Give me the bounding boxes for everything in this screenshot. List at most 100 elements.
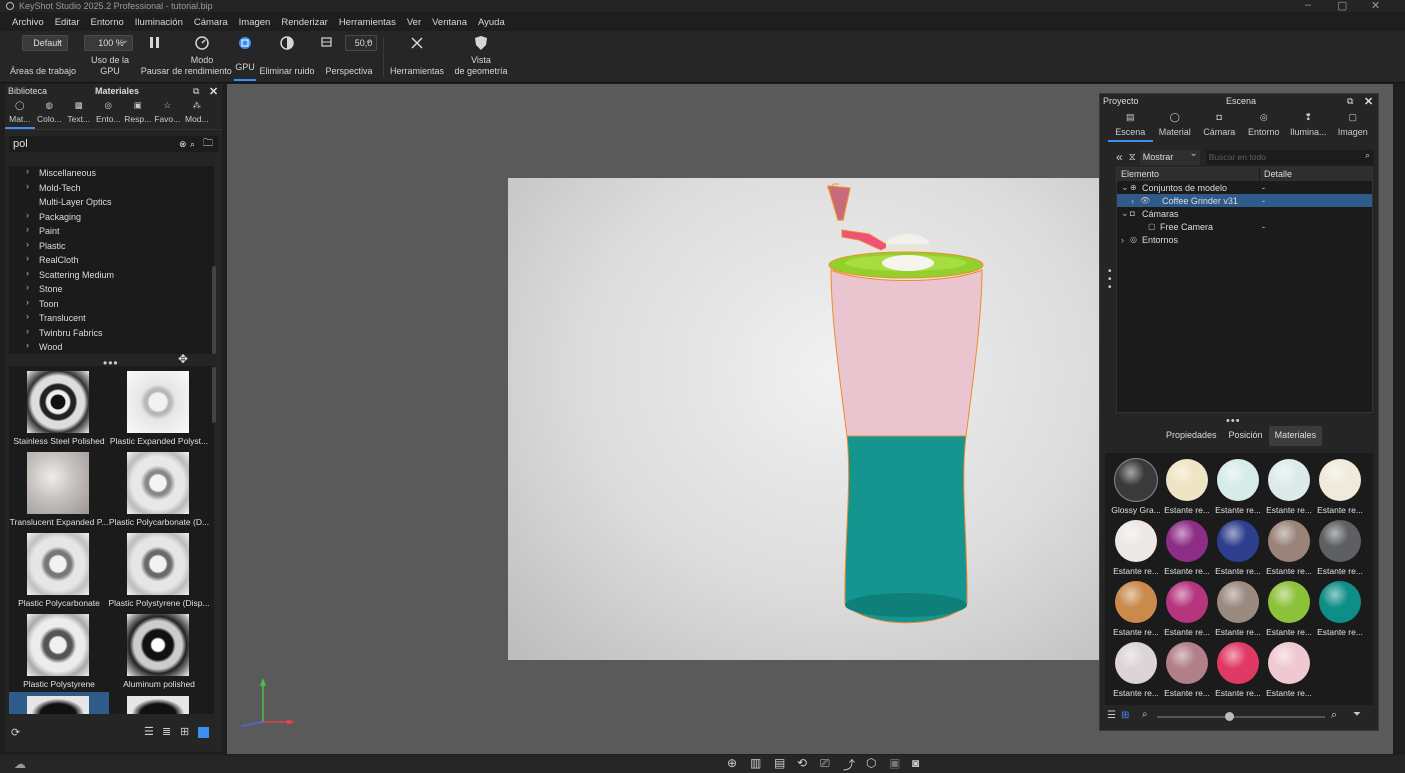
scene-material-swatch[interactable]: Estante re... — [1263, 517, 1315, 577]
tab-favorites[interactable]: ☆ Favo... — [153, 98, 183, 129]
library-search-input[interactable]: pol ⊗ ⌕ 🗀 — [9, 136, 218, 152]
menu-ventana[interactable]: Ventana — [432, 17, 467, 28]
tab-materiales[interactable]: Materiales — [1268, 426, 1323, 446]
tab-textures[interactable]: ▩ Text... — [64, 98, 94, 129]
chevron-right-icon[interactable]: › — [26, 297, 29, 307]
tab-backplates[interactable]: ▣ Resp... — [123, 98, 153, 129]
list-view-icon[interactable]: ≣ — [162, 725, 171, 738]
search-icon[interactable]: ⌕ — [190, 139, 195, 150]
menu-imagen[interactable]: Imagen — [239, 17, 271, 28]
thumbnail-scrollbar[interactable] — [212, 367, 216, 423]
category-item[interactable]: › Toon — [9, 297, 214, 312]
chevron-right-icon[interactable]: › — [1121, 235, 1130, 245]
animation-icon[interactable]: ⟲ — [797, 756, 807, 770]
chevron-right-icon[interactable]: › — [26, 224, 29, 234]
filter-icon[interactable]: ⏷ — [1353, 709, 1361, 720]
environments-row[interactable]: › ◎ Entornos — [1117, 233, 1372, 246]
tab-escena[interactable]: ▤ Escena — [1108, 110, 1153, 142]
category-item[interactable]: › Scattering Medium — [9, 268, 214, 283]
render-disabled-icon[interactable]: ▣ — [889, 756, 900, 770]
scene-material-swatch[interactable]: Estante re... — [1161, 578, 1213, 638]
free-camera-row[interactable]: ▢ Free Camera - — [1117, 220, 1372, 233]
tab-camara[interactable]: ◘ Cámara — [1197, 110, 1242, 142]
scene-material-swatch[interactable]: Estante re... — [1263, 639, 1315, 699]
chevron-right-icon[interactable]: › — [1131, 196, 1140, 206]
detail-list-icon[interactable]: ☰ — [144, 725, 154, 738]
column-element[interactable]: Elemento — [1117, 168, 1260, 181]
import-icon[interactable]: ⊕ — [727, 756, 737, 770]
menu-ver[interactable]: Ver — [407, 17, 421, 28]
close-icon[interactable]: ✕ — [1371, 0, 1380, 12]
search-icon[interactable]: ⌕ — [1365, 150, 1370, 161]
float-panel-icon[interactable]: ⧉ — [1347, 96, 1353, 107]
gpu-usage-select[interactable]: 100 % — [84, 35, 133, 51]
zoom-in-icon[interactable]: ⌕ — [1331, 709, 1337, 722]
perspective-input[interactable]: 50,0 — [345, 35, 377, 51]
menu-archivo[interactable]: Archivo — [12, 17, 44, 28]
material-thumbnail[interactable]: Plastic Polycarbonate (D... — [109, 447, 209, 528]
project-toggle-icon[interactable]: ▤ — [774, 756, 785, 770]
tree-scrollbar[interactable] — [212, 266, 216, 354]
category-item[interactable]: › Miscellaneous — [9, 166, 214, 181]
tab-propiedades[interactable]: Propiedades — [1160, 426, 1223, 446]
clear-search-icon[interactable]: ⊗ — [179, 139, 187, 150]
scene-material-swatch[interactable]: Estante re... — [1110, 517, 1162, 577]
library-toggle-icon[interactable]: ▥ — [750, 756, 761, 770]
scene-material-swatch[interactable]: Estante re... — [1110, 578, 1162, 638]
column-detail[interactable]: Detalle — [1260, 168, 1292, 181]
scene-material-swatch[interactable]: Estante re... — [1161, 456, 1213, 516]
scene-material-swatch[interactable]: Estante re... — [1161, 639, 1213, 699]
chevron-right-icon[interactable]: › — [26, 268, 29, 278]
chevron-right-icon[interactable]: › — [26, 166, 29, 176]
float-panel-icon[interactable]: ⧉ — [193, 86, 199, 97]
denoise-button[interactable]: Eliminar ruido — [256, 31, 318, 83]
coffee-grinder-row[interactable]: › 👁 Coffee Grinder v31 - — [1117, 194, 1372, 207]
material-thumbnail[interactable] — [9, 692, 109, 714]
chevron-right-icon[interactable]: › — [26, 340, 29, 350]
close-panel-icon[interactable]: ✕ — [209, 85, 218, 98]
keyshotxr-icon[interactable]: ⎚ — [820, 756, 830, 771]
cloud-icon[interactable]: ☁ — [14, 757, 26, 771]
menu-iluminacion[interactable]: Iluminación — [135, 17, 183, 28]
large-grid-icon[interactable] — [198, 727, 209, 738]
category-item[interactable]: › Translucent — [9, 311, 214, 326]
grid-view-icon[interactable]: ⊞ — [1121, 710, 1129, 721]
geometry-view-button[interactable]: Vista de geometría — [450, 31, 512, 83]
folder-filter-icon[interactable]: 🗀 — [203, 136, 213, 153]
category-item[interactable]: › Packaging — [9, 210, 214, 225]
chevron-right-icon[interactable]: › — [26, 311, 29, 321]
chevron-right-icon[interactable]: › — [26, 181, 29, 191]
tab-colors[interactable]: ◍ Colo... — [35, 98, 65, 129]
menu-renderizar[interactable]: Renderizar — [281, 17, 327, 28]
category-item[interactable]: › Paint — [9, 224, 214, 239]
scene-material-swatch[interactable]: Estante re... — [1314, 578, 1366, 638]
scene-material-swatch[interactable]: Estante re... — [1161, 517, 1213, 577]
screenshot-icon[interactable]: ◙ — [912, 756, 919, 770]
chevron-down-icon[interactable]: ⌄ — [1121, 208, 1130, 219]
workspace-select[interactable]: Default — [22, 35, 68, 51]
category-item[interactable]: › Plastic — [9, 239, 214, 254]
category-item[interactable]: › RealCloth — [9, 253, 214, 268]
scene-material-swatch[interactable]: Estante re... — [1212, 456, 1264, 516]
scene-filter-input[interactable]: Buscar en todo — [1205, 149, 1374, 165]
menu-entorno[interactable]: Entorno — [91, 17, 124, 28]
chevron-right-icon[interactable]: › — [26, 326, 29, 336]
scene-material-swatch[interactable]: Estante re... — [1212, 639, 1264, 699]
visibility-eye-icon[interactable]: 👁 — [1140, 196, 1152, 205]
menu-ayuda[interactable]: Ayuda — [478, 17, 505, 28]
chevron-right-icon[interactable]: › — [26, 253, 29, 263]
material-thumbnail[interactable]: Stainless Steel Polished — [9, 366, 109, 447]
scene-material-swatch[interactable]: Estante re... — [1263, 456, 1315, 516]
category-item[interactable]: › Twinbru Fabrics — [9, 326, 214, 341]
category-item[interactable]: Multi-Layer Optics — [9, 195, 214, 210]
zoom-out-icon[interactable]: ⌕ — [1142, 709, 1148, 720]
close-panel-icon[interactable]: ✕ — [1364, 95, 1373, 108]
slider-handle[interactable] — [1225, 712, 1234, 721]
gpu-toggle-button[interactable]: GPU — [234, 31, 256, 81]
chevron-right-icon[interactable]: › — [26, 210, 29, 220]
menu-herramientas[interactable]: Herramientas — [339, 17, 396, 28]
material-thumbnail[interactable]: Translucent Expanded P... — [9, 447, 109, 528]
restore-icon[interactable]: ▢ — [1337, 0, 1347, 12]
scene-material-swatch[interactable]: Glossy Gra... — [1110, 456, 1162, 516]
scene-material-swatch[interactable]: Estante re... — [1212, 517, 1264, 577]
